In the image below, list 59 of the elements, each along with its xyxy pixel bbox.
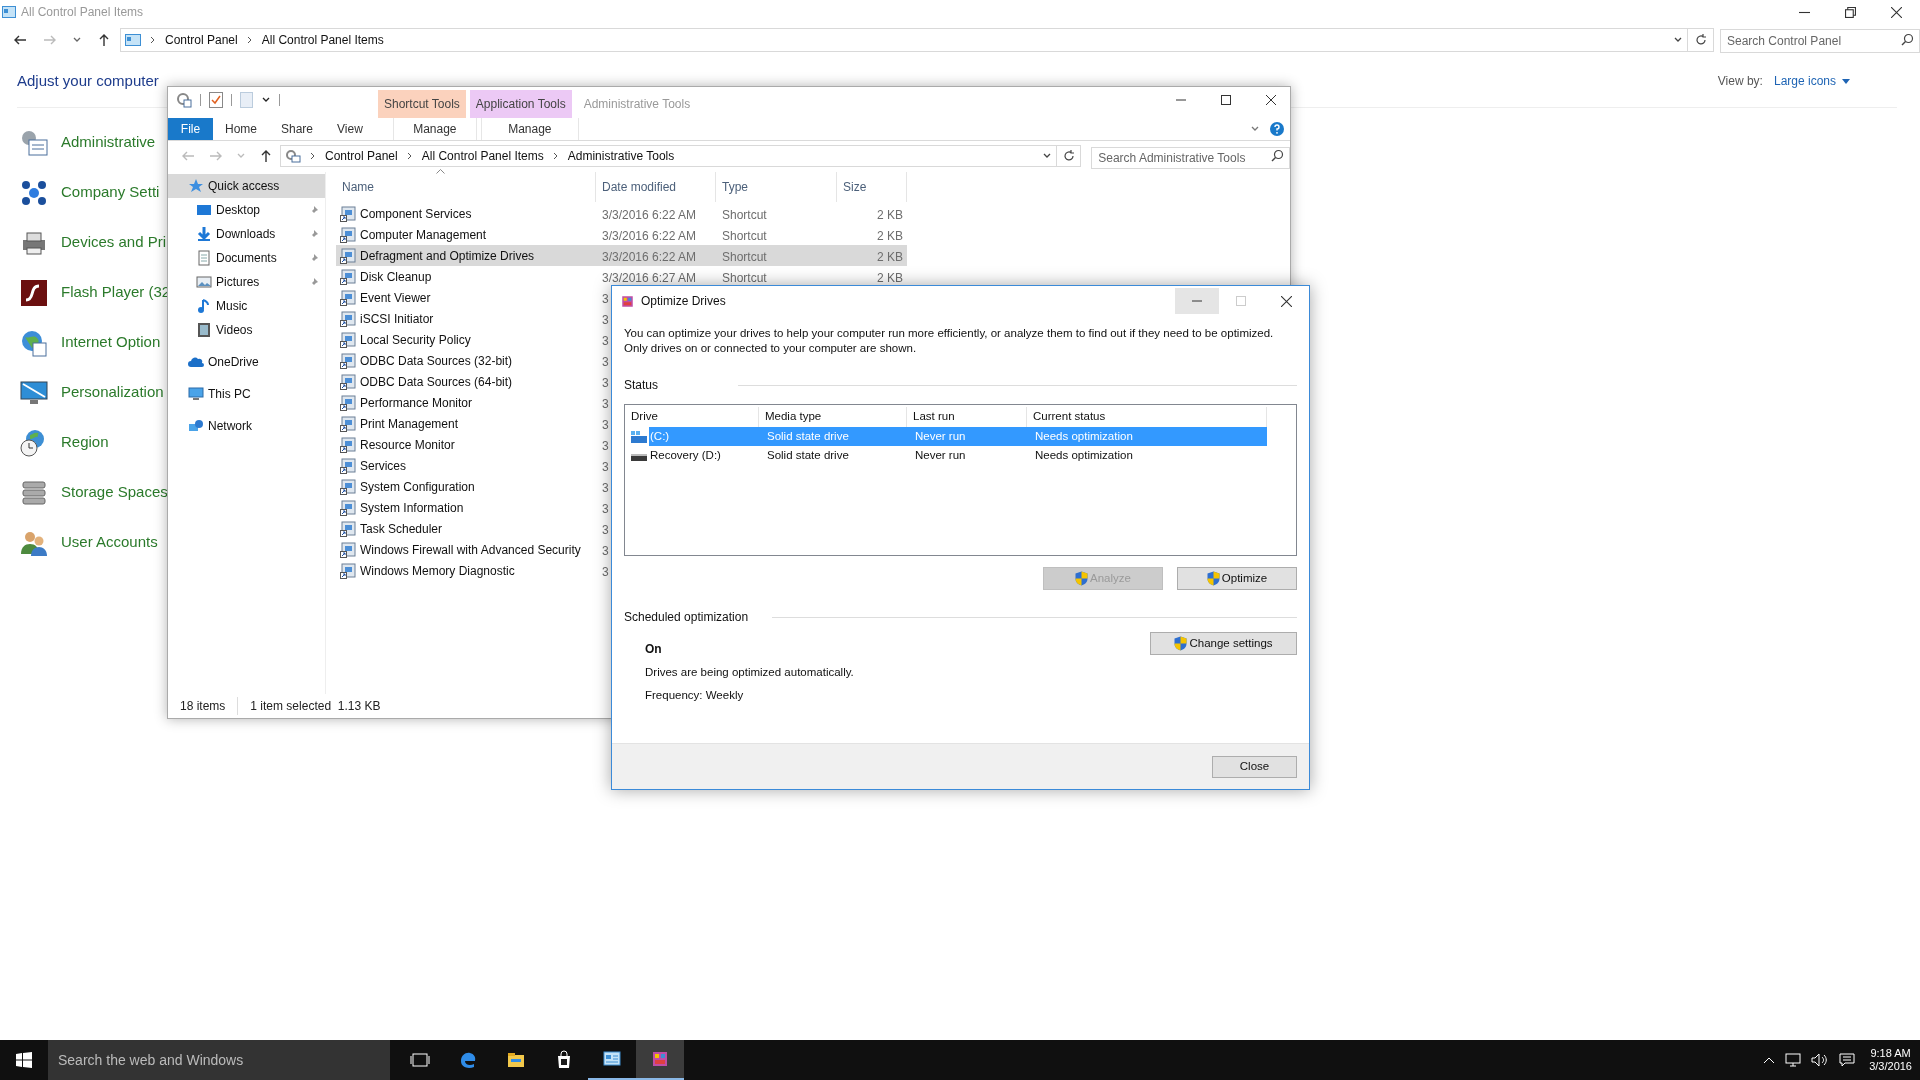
date-cell: 3/3/2016 6:22 AM (602, 249, 697, 264)
file-name: Disk Cleanup (360, 268, 432, 286)
date-cell: 3 (602, 459, 609, 474)
file-name: iSCSI Initiator (360, 310, 434, 328)
section-label: Scheduled optimization (624, 609, 749, 626)
date-cell: 3 (602, 396, 609, 411)
file-name: Services (360, 457, 406, 475)
date-cell: 3 (602, 522, 609, 537)
date-cell: 3 (602, 333, 609, 348)
window-title: Optimize Drives (641, 293, 726, 310)
type-cell: Shortcut (722, 249, 767, 264)
size-cell: 2 KB (877, 207, 903, 222)
status-text: 18 items (180, 698, 226, 715)
date-cell: 3/3/2016 6:27 AM (602, 270, 697, 285)
date-cell: 3 (602, 480, 609, 495)
schedule-info: Frequency: Weekly (645, 688, 745, 704)
file-name: Performance Monitor (360, 394, 473, 412)
file-name: ODBC Data Sources (32-bit) (360, 352, 513, 370)
date-cell: 3 (602, 564, 609, 579)
size-cell: 2 KB (877, 249, 903, 264)
date-cell: 3 (602, 291, 609, 306)
size-cell: 2 KB (877, 270, 903, 285)
type-cell: Shortcut (722, 228, 767, 243)
section-label: Status (624, 377, 659, 394)
view-by-label: View by: (1717, 73, 1763, 91)
file-name: Windows Firewall with Advanced Security (360, 541, 581, 559)
date-cell: 3/3/2016 6:22 AM (602, 228, 697, 243)
file-name: Defragment and Optimize Drives (360, 247, 535, 265)
page-heading: Adjust your computer (17, 71, 159, 91)
file-name: Windows Memory Diagnostic (360, 562, 515, 580)
type-cell: Shortcut (722, 270, 767, 285)
date-cell: 3/3/2016 6:22 AM (602, 207, 697, 222)
schedule-info: Drives are being optimized automatically. (645, 665, 854, 680)
context-tab-header: Shortcut Tools (378, 90, 466, 118)
window-title: Administrative Tools (583, 96, 691, 113)
date-cell: 3 (602, 438, 609, 453)
file-name: Computer Management (360, 226, 487, 244)
date-cell: 3 (602, 375, 609, 390)
file-name: Resource Monitor (360, 436, 455, 454)
file-name: System Information (360, 499, 464, 517)
file-name: Local Security Policy (360, 331, 471, 349)
date-cell: 3 (602, 501, 609, 516)
file-name: Event Viewer (360, 289, 431, 307)
date-cell: 3 (602, 543, 609, 558)
file-name: Print Management (360, 415, 459, 433)
window-title: All Control Panel Items (21, 4, 144, 21)
status-text: 1 item selected 1.13 KB (237, 697, 381, 715)
file-name: Task Scheduler (360, 520, 443, 538)
date-cell: 3 (602, 354, 609, 369)
context-tab-header: Application Tools (469, 90, 572, 118)
type-cell: Shortcut (722, 207, 767, 222)
size-cell: 2 KB (877, 228, 903, 243)
file-name: System Configuration (360, 478, 475, 496)
file-name: ODBC Data Sources (64-bit) (360, 373, 513, 391)
schedule-state: On (645, 641, 663, 658)
date-cell: 3 (602, 417, 609, 432)
file-name: Component Services (360, 205, 472, 223)
date-cell: 3 (602, 312, 609, 327)
description-text: You can optimize your drives to help your computer run more efficiently, or analyze them to find out if they need to be optimized. Only drives on or connected to your computer are shown. (624, 326, 1275, 356)
